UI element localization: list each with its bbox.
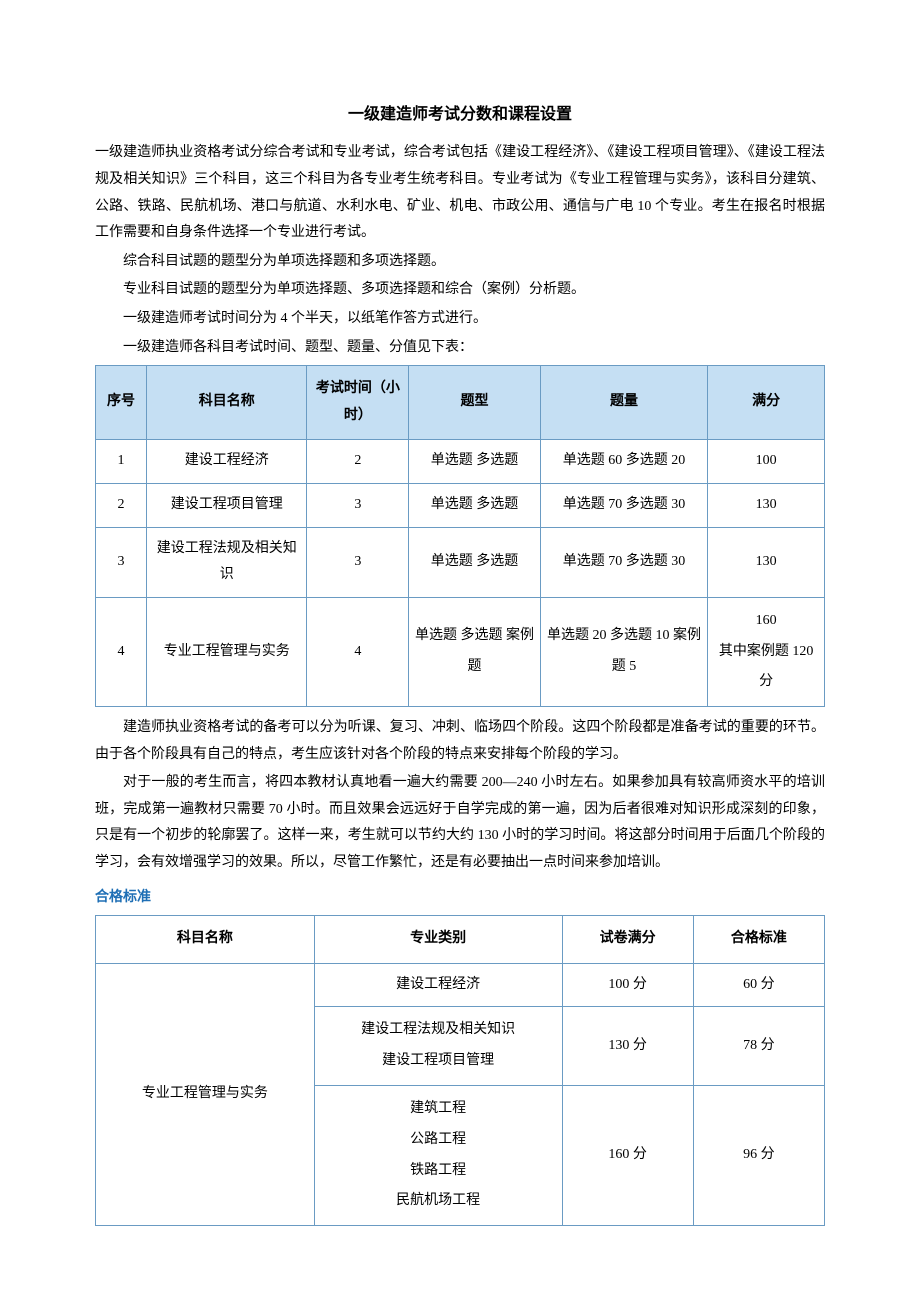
th-full: 满分 [708, 366, 825, 440]
th-full-score: 试卷满分 [562, 916, 693, 964]
cell-type: 单选题 多选题 [409, 440, 540, 484]
cell-full: 100 分 [562, 963, 693, 1007]
bullet-line: 专业科目试题的题型分为单项选择题、多项选择题和综合（案例）分析题。 [95, 277, 825, 304]
cell-full: 130 [708, 527, 825, 597]
cell-type: 单选题 多选题 案例题 [409, 597, 540, 706]
th-type: 题型 [409, 366, 540, 440]
cell-qty: 单选题 70 多选题 30 [540, 527, 708, 597]
exam-details-table: 序号 科目名称 考试时间（小时） 题型 题量 满分 1 建设工程经济 2 单选题… [95, 365, 825, 707]
cell-name: 建设工程经济 [147, 440, 307, 484]
cell-idx: 3 [96, 527, 147, 597]
table-row: 1 建设工程经济 2 单选题 多选题 单选题 60 多选题 20 100 [96, 440, 825, 484]
bullet-line: 一级建造师各科目考试时间、题型、题量、分值见下表： [95, 335, 825, 362]
cell-pass: 78 分 [693, 1007, 824, 1086]
cell-hours: 4 [307, 597, 409, 706]
pass-standard-table: 科目名称 专业类别 试卷满分 合格标准 专业工程管理与实务 建设工程经济 100… [95, 915, 825, 1226]
cell-hours: 3 [307, 527, 409, 597]
cell-category: 建筑工程公路工程铁路工程民航机场工程 [314, 1086, 562, 1226]
th-category: 专业类别 [314, 916, 562, 964]
cell-name: 建设工程法规及相关知识 [147, 527, 307, 597]
pass-standard-heading: 合格标准 [95, 885, 825, 912]
table-row: 2 建设工程项目管理 3 单选题 多选题 单选题 70 多选题 30 130 [96, 483, 825, 527]
post-paragraph-2: 对于一般的考生而言，将四本教材认真地看一遍大约需要 200—240 小时左右。如… [95, 770, 825, 876]
cell-name: 专业工程管理与实务 [147, 597, 307, 706]
cell-qty: 单选题 20 多选题 10 案例题 5 [540, 597, 708, 706]
table-header-row: 科目名称 专业类别 试卷满分 合格标准 [96, 916, 825, 964]
cell-full: 130 [708, 483, 825, 527]
cell-category: 建设工程经济 [314, 963, 562, 1007]
cell-full: 130 分 [562, 1007, 693, 1086]
cell-full: 160 分 [562, 1086, 693, 1226]
cell-qty: 单选题 60 多选题 20 [540, 440, 708, 484]
cell-idx: 1 [96, 440, 147, 484]
cell-pass: 96 分 [693, 1086, 824, 1226]
th-hours: 考试时间（小时） [307, 366, 409, 440]
bullet-line: 综合科目试题的题型分为单项选择题和多项选择题。 [95, 249, 825, 276]
th-qty: 题量 [540, 366, 708, 440]
cell-idx: 4 [96, 597, 147, 706]
th-subject: 科目名称 [147, 366, 307, 440]
table-row: 3 建设工程法规及相关知识 3 单选题 多选题 单选题 70 多选题 30 13… [96, 527, 825, 597]
post-paragraph-1: 建造师执业资格考试的备考可以分为听课、复习、冲刺、临场四个阶段。这四个阶段都是准… [95, 715, 825, 768]
cell-full: 100 [708, 440, 825, 484]
th-pass-score: 合格标准 [693, 916, 824, 964]
cell-hours: 2 [307, 440, 409, 484]
cell-qty: 单选题 70 多选题 30 [540, 483, 708, 527]
cell-full: 160其中案例题 120分 [708, 597, 825, 706]
cell-type: 单选题 多选题 [409, 527, 540, 597]
table-header-row: 序号 科目名称 考试时间（小时） 题型 题量 满分 [96, 366, 825, 440]
table-row: 4 专业工程管理与实务 4 单选题 多选题 案例题 单选题 20 多选题 10 … [96, 597, 825, 706]
cell-idx: 2 [96, 483, 147, 527]
cell-pass: 60 分 [693, 963, 824, 1007]
cell-category: 建设工程法规及相关知识建设工程项目管理 [314, 1007, 562, 1086]
bullet-line: 一级建造师考试时间分为 4 个半天，以纸笔作答方式进行。 [95, 306, 825, 333]
intro-paragraph: 一级建造师执业资格考试分综合考试和专业考试，综合考试包括《建设工程经济》、《建设… [95, 140, 825, 246]
table-row: 专业工程管理与实务 建设工程经济 100 分 60 分 [96, 963, 825, 1007]
th-index: 序号 [96, 366, 147, 440]
page-title: 一级建造师考试分数和课程设置 [95, 100, 825, 130]
cell-name: 建设工程项目管理 [147, 483, 307, 527]
cell-hours: 3 [307, 483, 409, 527]
cell-subject: 专业工程管理与实务 [96, 963, 315, 1225]
cell-type: 单选题 多选题 [409, 483, 540, 527]
th-subject-name: 科目名称 [96, 916, 315, 964]
